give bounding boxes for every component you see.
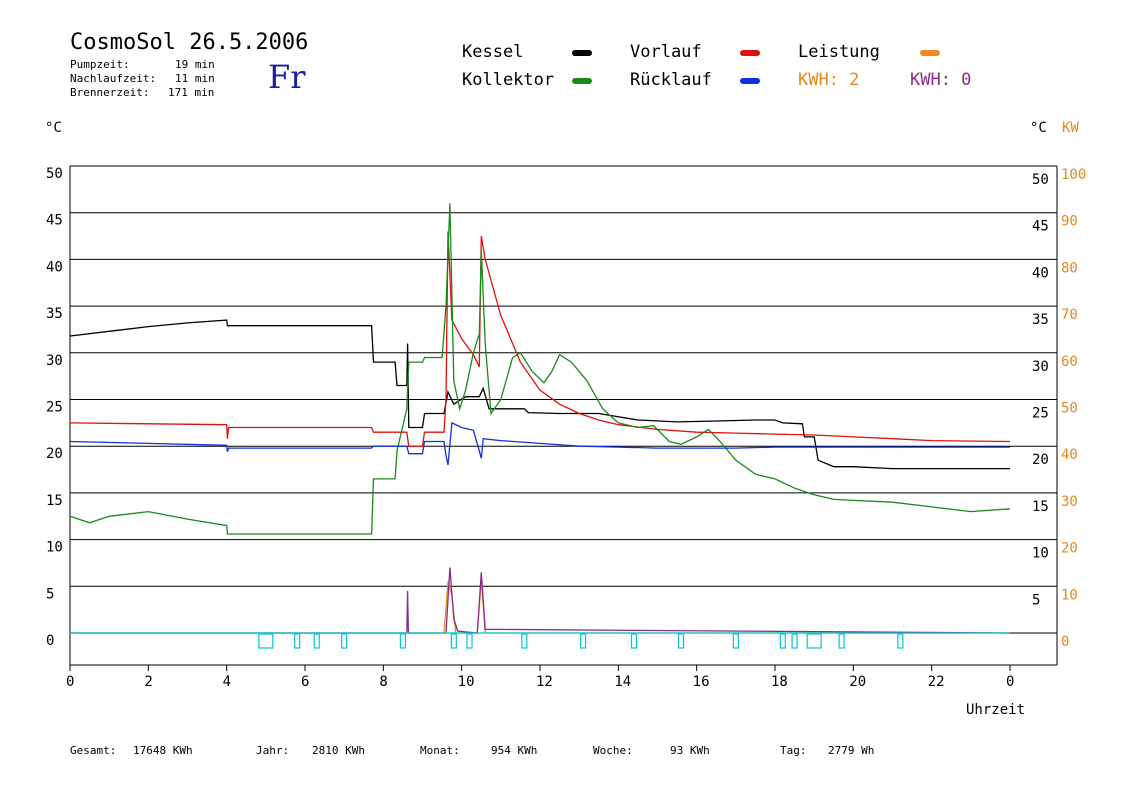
y2-tick-label-70: 70 <box>1061 307 1078 323</box>
y-tick-label-right-10: 10 <box>1032 546 1049 562</box>
footer-label-gesamt: Gesamt: <box>70 744 117 757</box>
footer-value-woche: 93 KWh <box>670 744 710 757</box>
y2-tick-label-60: 60 <box>1061 354 1078 370</box>
x-tick-label-12: 0 <box>1006 674 1014 690</box>
y-tick-label-left-25: 25 <box>46 400 63 416</box>
x-tick-label-8: 16 <box>693 674 710 690</box>
series-line-kollektor <box>69 203 1011 535</box>
y-tick-label-right-50: 50 <box>1032 172 1049 188</box>
x-tick-label-3: 6 <box>301 674 309 690</box>
y2-tick-label-30: 30 <box>1061 494 1078 510</box>
series-line-rcklauf <box>69 421 1010 466</box>
pump-marker <box>313 633 320 649</box>
series-line-leistung <box>70 578 1010 634</box>
footer-label-monat: Monat: <box>420 744 460 757</box>
pump-marker <box>838 633 845 649</box>
pump-marker <box>294 633 301 649</box>
x-tick-label-2: 4 <box>223 674 231 690</box>
x-tick-label-10: 20 <box>849 674 866 690</box>
y-tick-label-right-25: 25 <box>1032 406 1049 422</box>
y-tick-label-left-40: 40 <box>46 259 63 275</box>
y-tick-label-left-45: 45 <box>46 213 63 229</box>
y-tick-label-left-35: 35 <box>46 306 63 322</box>
footer-label-tag: Tag: <box>780 744 807 757</box>
y-tick-label-right-40: 40 <box>1032 265 1049 281</box>
pump-marker <box>450 633 457 649</box>
x-tick-label-9: 18 <box>771 674 788 690</box>
pump-marker <box>579 633 587 649</box>
y-tick-label-left-0: 0 <box>46 633 54 649</box>
y-tick-label-right-45: 45 <box>1032 219 1049 235</box>
pump-marker <box>399 633 407 649</box>
x-tick-label-4: 8 <box>379 674 387 690</box>
y2-tick-label-100: 100 <box>1061 167 1086 183</box>
chart-plot-area: 0510152025303540455051015202530354045500… <box>46 165 1086 690</box>
pump-marker <box>791 633 798 649</box>
y-tick-label-right-15: 15 <box>1032 499 1049 515</box>
y-tick-label-left-15: 15 <box>46 493 63 509</box>
footer-value-monat: 954 KWh <box>491 744 538 757</box>
series-line-vorlauf <box>69 231 1011 447</box>
y2-tick-label-40: 40 <box>1061 447 1078 463</box>
y2-tick-label-80: 80 <box>1061 260 1078 276</box>
y2-tick-label-0: 0 <box>1061 634 1069 650</box>
pump-marker <box>806 633 822 649</box>
footer-value-gesamt: 17648 KWh <box>133 744 193 757</box>
x-tick-label-1: 2 <box>144 674 152 690</box>
pump-marker <box>779 633 786 649</box>
x-axis-label: Uhrzeit <box>966 702 1026 718</box>
x-tick-label-7: 14 <box>614 674 631 690</box>
pump-marker <box>341 633 348 649</box>
y-tick-label-right-35: 35 <box>1032 312 1049 328</box>
y-tick-label-left-5: 5 <box>46 586 54 602</box>
pump-marker <box>732 633 739 649</box>
y-tick-label-left-30: 30 <box>46 353 63 369</box>
y-tick-label-left-50: 50 <box>46 166 63 182</box>
pump-marker <box>258 633 274 649</box>
x-tick-label-0: 0 <box>66 674 74 690</box>
footer-label-jahr: Jahr: <box>256 744 290 757</box>
y2-tick-label-20: 20 <box>1061 541 1078 557</box>
series-line-aux-5 <box>70 567 1011 634</box>
x-tick-label-6: 12 <box>536 674 553 690</box>
footer-value-jahr: 2810 KWh <box>312 744 365 757</box>
x-tick-label-5: 10 <box>458 674 475 690</box>
footer-value-tag: 2779 Wh <box>828 744 875 757</box>
pump-marker <box>897 633 904 649</box>
y2-tick-label-10: 10 <box>1061 587 1078 603</box>
y-tick-label-left-10: 10 <box>46 540 63 556</box>
pump-marker <box>521 633 528 649</box>
y-tick-label-right-5: 5 <box>1032 592 1040 608</box>
x-tick-label-11: 22 <box>928 674 945 690</box>
y2-tick-label-50: 50 <box>1061 401 1078 417</box>
y2-tick-label-90: 90 <box>1061 214 1078 230</box>
pump-marker <box>630 633 638 649</box>
y-tick-label-right-30: 30 <box>1032 359 1049 375</box>
pump-marker <box>466 633 473 649</box>
y-tick-label-left-20: 20 <box>46 446 63 462</box>
footer-label-woche: Woche: <box>593 744 633 757</box>
y-tick-label-right-20: 20 <box>1032 452 1049 468</box>
pump-marker <box>677 633 685 649</box>
